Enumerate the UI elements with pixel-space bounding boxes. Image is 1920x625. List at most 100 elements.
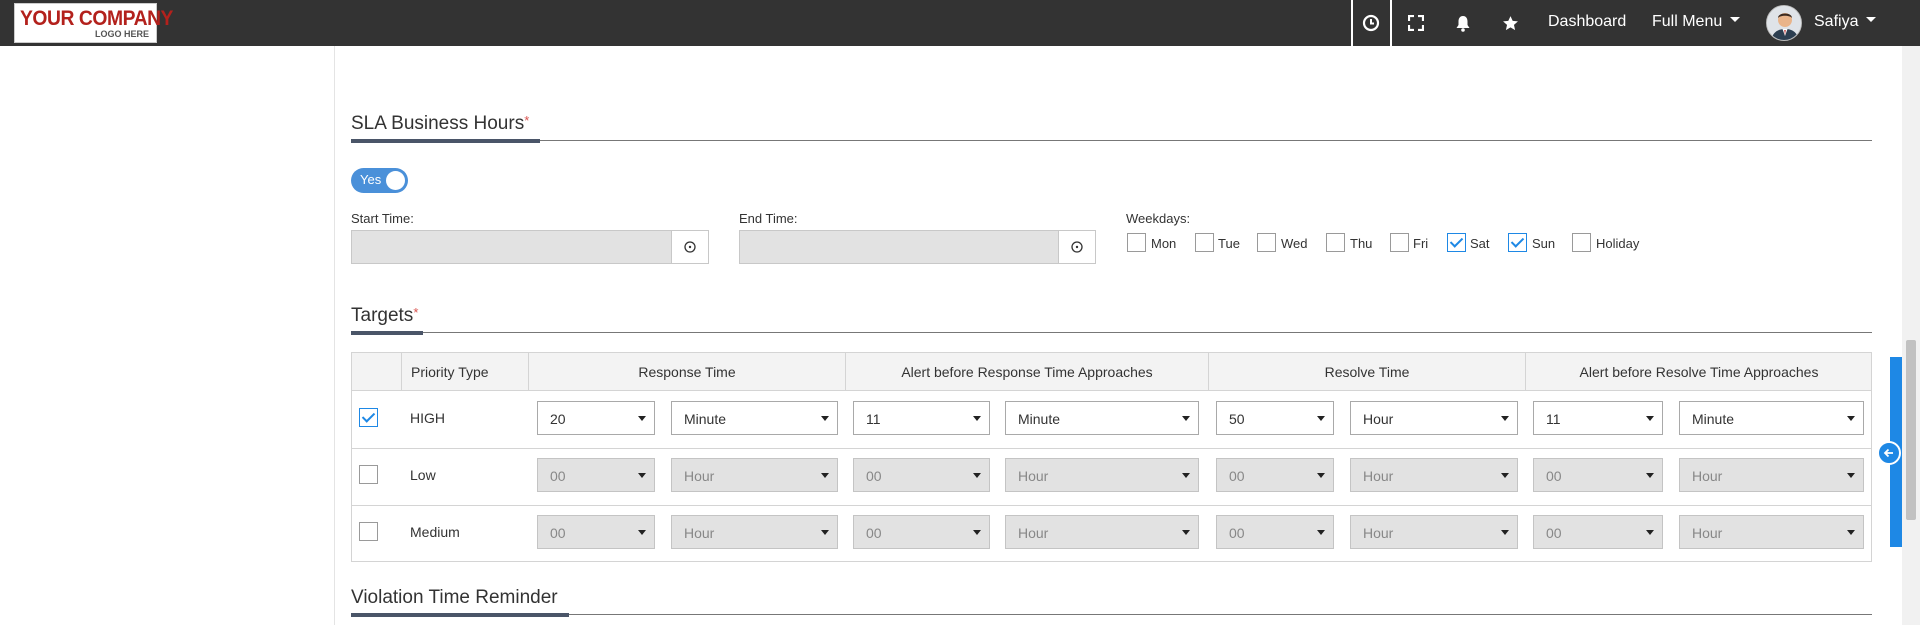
weekday-label-tue: Tue (1218, 236, 1240, 251)
star-icon[interactable] (1498, 11, 1522, 35)
select-value: Hour (1363, 468, 1394, 484)
select-value: 00 (866, 525, 882, 541)
weekday-checkbox-mon[interactable] (1127, 233, 1146, 252)
dashboard-link[interactable]: Dashboard (1548, 13, 1626, 31)
table-header: Priority Type Response Time Alert before… (352, 353, 1871, 391)
high-response-alert-value-select[interactable]: 11 (853, 401, 990, 435)
nav-divider (1390, 0, 1392, 46)
chevron-down-icon (1501, 416, 1509, 421)
section-underline (351, 331, 423, 335)
chevron-down-icon (973, 473, 981, 478)
content-divider (334, 46, 335, 625)
full-menu-label: Full Menu (1652, 13, 1723, 30)
medium-resolve-time-value-select[interactable]: 00 (1216, 515, 1334, 549)
high-response-time-value-select[interactable]: 20 (537, 401, 655, 435)
high-resolve-time-unit-select[interactable]: Hour (1350, 401, 1518, 435)
weekday-checkbox-sat[interactable] (1447, 233, 1466, 252)
high-resolve-time-value-select[interactable]: 50 (1216, 401, 1334, 435)
priority-label-medium: Medium (410, 524, 460, 540)
weekday-checkbox-wed[interactable] (1257, 233, 1276, 252)
medium-response-time-value-select[interactable]: 00 (537, 515, 655, 549)
column-header-resolve-time: Resolve Time (1324, 364, 1410, 380)
start-time-input[interactable] (351, 230, 709, 264)
low-response-time-unit-select[interactable]: Hour (671, 458, 838, 492)
low-response-time-value-select[interactable]: 00 (537, 458, 655, 492)
weekday-checkbox-sun[interactable] (1508, 233, 1527, 252)
start-time-picker-button[interactable] (671, 231, 708, 263)
low-response-alert-unit-select[interactable]: Hour (1005, 458, 1199, 492)
end-time-label: End Time: (739, 211, 798, 226)
column-divider (401, 353, 402, 391)
chevron-down-icon (1866, 17, 1877, 23)
high-response-time-unit-select[interactable]: Minute (671, 401, 838, 435)
start-time-label: Start Time: (351, 211, 414, 226)
select-value: Minute (1692, 411, 1735, 427)
end-time-input[interactable] (739, 230, 1096, 264)
weekday-label-wed: Wed (1281, 236, 1308, 251)
section-title-text: Violation Time Reminder (351, 587, 558, 608)
sla-hours-toggle[interactable]: Yes (351, 168, 408, 193)
clock-icon[interactable] (1359, 11, 1383, 35)
high-response-alert-unit-select[interactable]: Minute (1005, 401, 1199, 435)
priority-label-high: HIGH (410, 410, 445, 426)
weekday-checkbox-holiday[interactable] (1572, 233, 1591, 252)
scrollbar-thumb[interactable] (1906, 340, 1916, 520)
nav-divider (1351, 0, 1353, 46)
chevron-down-icon (1317, 530, 1325, 535)
select-value: Hour (1363, 411, 1394, 427)
priority-checkbox-high[interactable] (359, 408, 378, 427)
low-resolve-time-value-select[interactable]: 00 (1216, 458, 1334, 492)
low-resolve-alert-unit-select[interactable]: Hour (1679, 458, 1864, 492)
fullscreen-icon[interactable] (1404, 11, 1428, 35)
company-logo[interactable]: YOUR COMPANY LOGO HERE (14, 3, 173, 43)
chevron-down-icon (638, 530, 646, 535)
chevron-down-icon (821, 416, 829, 421)
weekday-checkbox-thu[interactable] (1326, 233, 1345, 252)
priority-checkbox-medium[interactable] (359, 522, 378, 541)
select-value: Hour (684, 525, 715, 541)
medium-response-time-unit-select[interactable]: Hour (671, 515, 838, 549)
section-title-text: Targets (351, 305, 414, 326)
user-menu-dropdown[interactable]: Safiya (1814, 13, 1877, 31)
select-value: Hour (684, 468, 715, 484)
clock-icon (684, 241, 696, 253)
row-divider (352, 448, 1871, 449)
medium-response-alert-value-select[interactable]: 00 (853, 515, 990, 549)
medium-response-alert-unit-select[interactable]: Hour (1005, 515, 1199, 549)
section-underline (351, 139, 540, 143)
high-resolve-alert-value-select[interactable]: 11 (1533, 401, 1663, 435)
end-time-picker-button[interactable] (1058, 231, 1095, 263)
avatar[interactable] (1766, 5, 1802, 41)
column-header-response-time: Response Time (638, 364, 736, 380)
medium-resolve-time-unit-select[interactable]: Hour (1350, 515, 1518, 549)
weekday-label-holiday: Holiday (1596, 236, 1640, 251)
chevron-down-icon (1646, 416, 1654, 421)
section-underline (351, 613, 569, 617)
high-resolve-alert-unit-select[interactable]: Minute (1679, 401, 1864, 435)
weekday-label-fri: Fri (1413, 236, 1429, 251)
select-value: Hour (1692, 468, 1723, 484)
low-resolve-time-unit-select[interactable]: Hour (1350, 458, 1518, 492)
page-scrollbar[interactable] (1902, 46, 1920, 625)
select-value: 11 (866, 411, 881, 427)
row-divider (352, 505, 1871, 506)
chevron-down-icon (1501, 473, 1509, 478)
weekday-checkbox-tue[interactable] (1195, 233, 1214, 252)
bell-icon[interactable] (1451, 11, 1475, 35)
priority-label-low: Low (410, 467, 436, 483)
weekday-checkbox-fri[interactable] (1390, 233, 1409, 252)
select-value: 20 (550, 411, 566, 427)
select-value: 50 (1229, 411, 1245, 427)
chevron-down-icon (1646, 530, 1654, 535)
chevron-down-icon (1847, 473, 1855, 478)
low-resolve-alert-value-select[interactable]: 00 (1533, 458, 1663, 492)
sla-business-hours-title: SLA Business Hours* (351, 113, 529, 135)
medium-resolve-alert-value-select[interactable]: 00 (1533, 515, 1663, 549)
full-menu-dropdown[interactable]: Full Menu (1652, 13, 1741, 31)
medium-resolve-alert-unit-select[interactable]: Hour (1679, 515, 1864, 549)
chevron-down-icon (973, 416, 981, 421)
side-panel-toggle-button[interactable] (1877, 441, 1901, 465)
weekdays-label: Weekdays: (1126, 211, 1191, 226)
priority-checkbox-low[interactable] (359, 465, 378, 484)
low-response-alert-value-select[interactable]: 00 (853, 458, 990, 492)
